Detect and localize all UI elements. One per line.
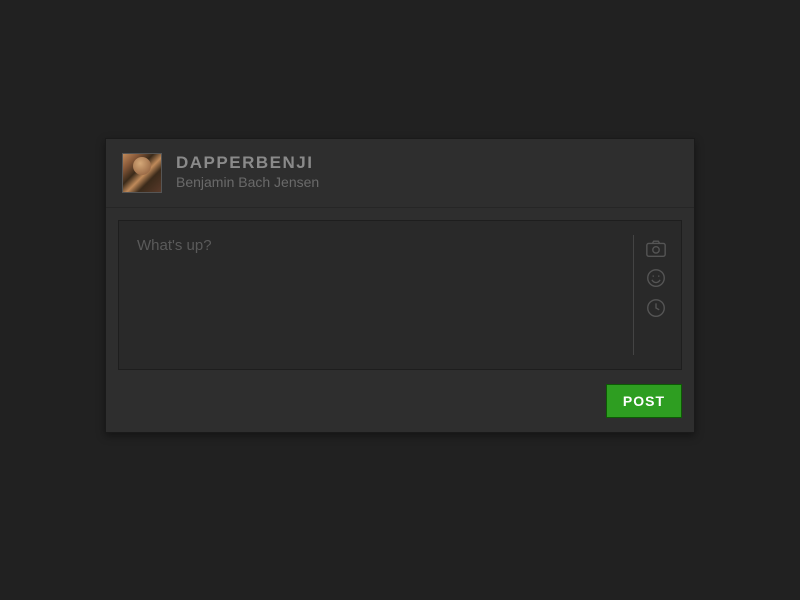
compose-footer: POST — [106, 384, 694, 432]
avatar — [122, 153, 162, 193]
user-full-name: Benjamin Bach Jensen — [176, 173, 319, 191]
compose-textarea-wrap — [118, 220, 682, 370]
clock-icon[interactable] — [645, 297, 667, 319]
user-handle: DAPPERBENJI — [176, 154, 319, 173]
compose-input[interactable] — [119, 221, 633, 369]
compose-actions — [633, 235, 677, 355]
user-meta: DAPPERBENJI Benjamin Bach Jensen — [176, 154, 319, 191]
post-button[interactable]: POST — [606, 384, 682, 418]
camera-icon[interactable] — [645, 237, 667, 259]
compose-body — [106, 208, 694, 384]
compose-card: DAPPERBENJI Benjamin Bach Jensen — [105, 138, 695, 433]
emoji-icon[interactable] — [645, 267, 667, 289]
compose-header: DAPPERBENJI Benjamin Bach Jensen — [106, 139, 694, 208]
